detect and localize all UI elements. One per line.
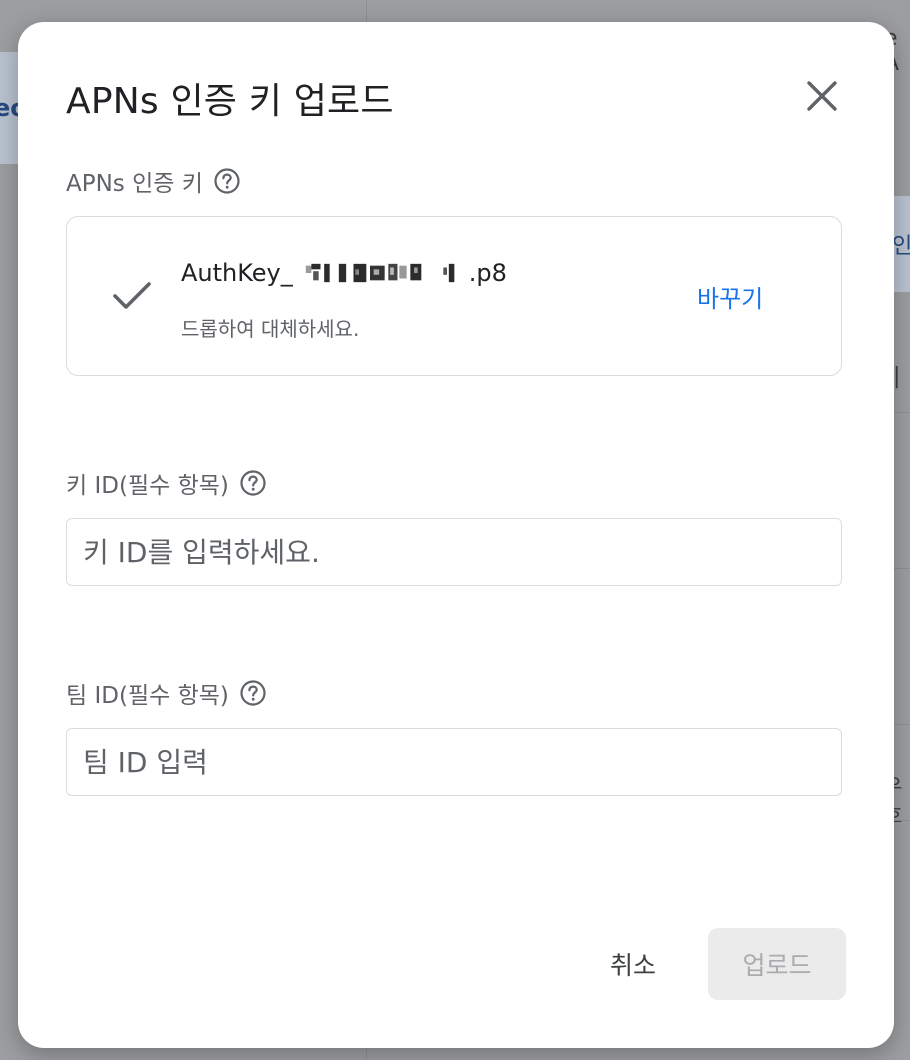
key-id-label: 키 ID(필수 항목) — [66, 473, 229, 499]
background-row-divider — [893, 820, 910, 821]
key-id-input[interactable] — [66, 518, 842, 586]
background-divider — [366, 1048, 367, 1060]
upload-apns-key-dialog: APNs 인증 키 업로드 APNs 인증 키 AuthKey_ .p8 드롭하… — [18, 22, 894, 1048]
upload-button[interactable]: 업로드 — [708, 928, 846, 1000]
background-row-divider — [893, 412, 910, 413]
drop-to-replace-hint: 드롭하여 대체하세요. — [181, 317, 360, 341]
background-divider — [366, 0, 367, 22]
key-id-label-row: 키 ID(필수 항목) — [66, 466, 267, 500]
background-right-text: | — [893, 364, 901, 389]
redacted-file-id — [305, 263, 455, 283]
check-icon — [113, 282, 151, 309]
file-name-suffix: .p8 — [468, 259, 507, 287]
team-id-label: 팀 ID(필수 항목) — [66, 683, 229, 709]
help-circle-icon[interactable] — [213, 167, 241, 195]
uploaded-file-name: AuthKey_ .p8 — [181, 259, 507, 287]
file-name-prefix: AuthKey_ — [181, 259, 293, 287]
background-row-divider — [893, 724, 910, 725]
cancel-button[interactable]: 취소 — [588, 930, 678, 998]
help-circle-icon[interactable] — [239, 469, 267, 497]
background-right-text: 인 — [892, 234, 910, 259]
help-circle-icon[interactable] — [239, 679, 267, 707]
replace-button[interactable]: 바꾸기 — [697, 279, 763, 314]
close-button[interactable] — [800, 74, 844, 118]
background-row-divider — [893, 568, 910, 569]
dialog-title: APNs 인증 키 업로드 — [66, 81, 394, 122]
auth-key-dropzone[interactable]: AuthKey_ .p8 드롭하여 대체하세요. 바꾸기 — [66, 216, 842, 376]
team-id-label-row: 팀 ID(필수 항목) — [66, 676, 267, 710]
auth-key-label: APNs 인증 키 — [66, 171, 203, 197]
close-icon — [807, 81, 837, 111]
auth-key-label-row: APNs 인증 키 — [66, 164, 241, 198]
team-id-input[interactable] — [66, 728, 842, 796]
